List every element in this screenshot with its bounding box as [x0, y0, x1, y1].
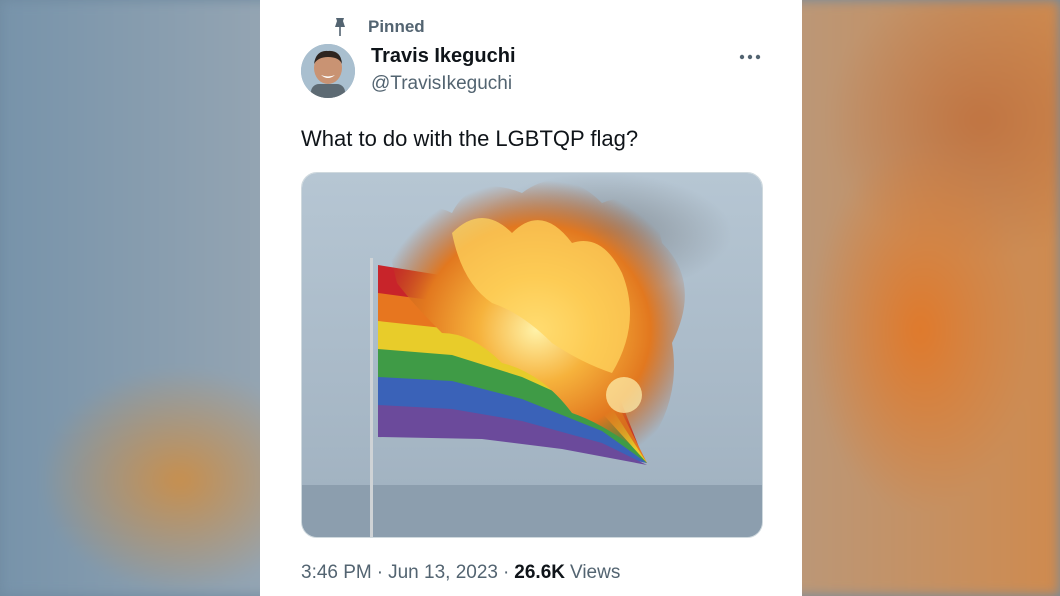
- pinned-indicator: Pinned: [335, 16, 425, 38]
- more-options-button[interactable]: [736, 46, 764, 68]
- separator: ·: [376, 562, 384, 583]
- more-horizontal-icon: [739, 54, 761, 60]
- tweet-date[interactable]: Jun 13, 2023: [388, 562, 498, 584]
- author-name[interactable]: Travis Ikeguchi: [371, 45, 516, 68]
- views-count: 26.6K: [514, 562, 565, 583]
- separator: ·: [502, 562, 510, 583]
- tweet-media-image[interactable]: [301, 172, 763, 538]
- views-label: Views: [570, 562, 621, 583]
- tweet-metadata: 3:46 PM · Jun 13, 2023 · 26.6K Views: [301, 562, 620, 584]
- pinned-label: Pinned: [368, 17, 425, 36]
- tweet-card: Pinned Travis Ikeguchi @TravisIkeguchi W…: [260, 0, 802, 596]
- author-handle[interactable]: @TravisIkeguchi: [371, 73, 512, 95]
- tweet-text: What to do with the LGBTQP flag?: [301, 126, 639, 151]
- tweet-time[interactable]: 3:46 PM: [301, 562, 372, 584]
- avatar[interactable]: [301, 44, 355, 98]
- pin-icon: [335, 18, 345, 36]
